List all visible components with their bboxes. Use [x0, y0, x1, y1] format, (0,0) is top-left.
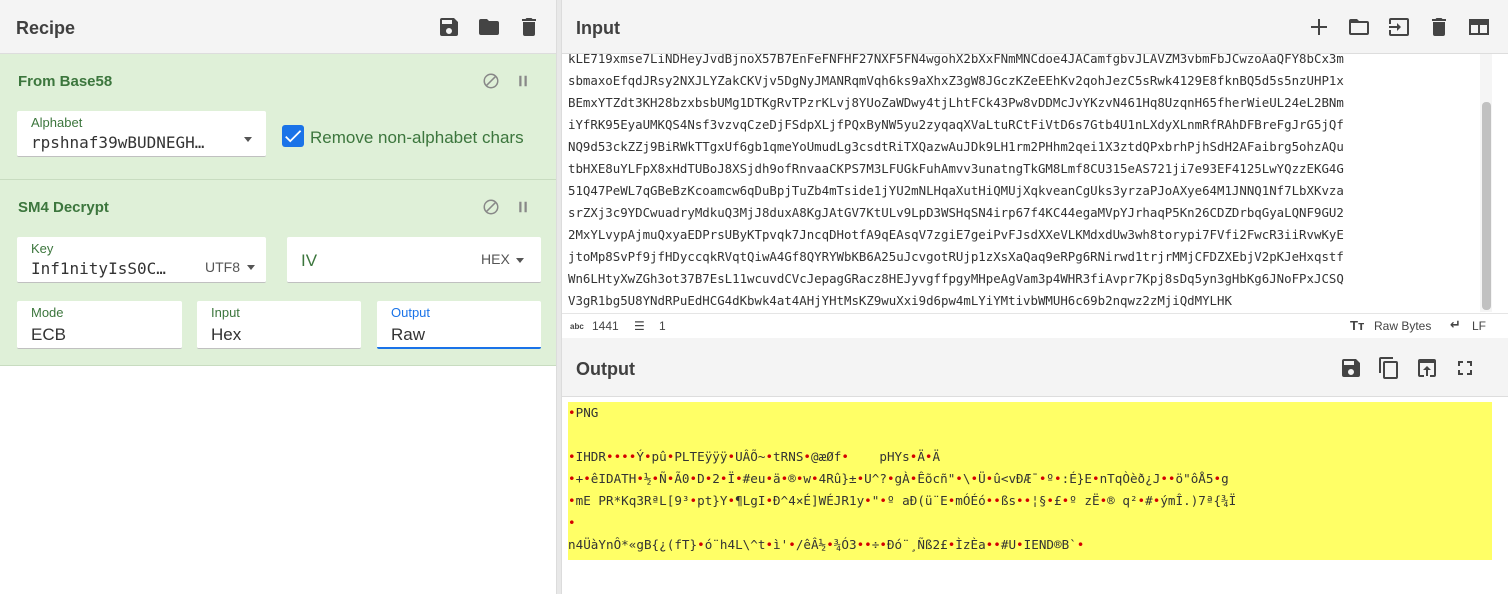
- mode-label: Mode: [31, 305, 64, 320]
- operation-sm4-decrypt[interactable]: SM4 Decrypt Key Inf1nityIsS0C… UTF8 IV H…: [0, 180, 556, 366]
- output-format-select[interactable]: Output Raw: [377, 301, 541, 349]
- input-format-select[interactable]: Input Hex: [197, 301, 361, 349]
- char-count: 1441: [592, 319, 619, 333]
- chevron-down-icon: [516, 258, 524, 263]
- clear-recipe-button[interactable]: [516, 14, 542, 40]
- input-line: tbHXE8uYLFpX8xHdTUBoJ8XSjdh9ofRnvaaCKPS7…: [568, 161, 1344, 176]
- chevron-down-icon: [244, 137, 252, 142]
- maximize-output-button[interactable]: [1452, 355, 1478, 381]
- input-line: 2MxYLvypAjmuQxyaEDPrsUByKTpvqk7JncqDHotf…: [568, 227, 1344, 242]
- output-line: •mE PR*Kq3RªL[9³•pt}Y•¶LgI•Ð^4×É]WÉJR1y•…: [568, 493, 1237, 508]
- disable-icon[interactable]: [482, 198, 500, 216]
- operation-title: SM4 Decrypt: [18, 199, 109, 216]
- line-count-icon: ☰: [634, 319, 645, 333]
- input-line: 51Q47PeWL7qGBeBzKcoamcw6qDuBpjTuZb4mTsid…: [568, 183, 1344, 198]
- input-status-bar: abc 1441 ☰ 1 Tт Raw Bytes ↵ LF: [562, 313, 1508, 339]
- input-header: Input: [562, 0, 1508, 54]
- key-value: Inf1nityIsS0C…: [31, 259, 166, 278]
- recipe-header: Recipe: [0, 0, 556, 54]
- output-line: •PNG: [568, 405, 599, 420]
- input-line: Wn6LHtyXwZGh3ot37B7EsL11wcuvdCVcJepagGRa…: [568, 271, 1344, 286]
- alphabet-select[interactable]: Alphabet rpshnaf39wBUDNEGH…: [17, 111, 266, 157]
- key-label: Key: [31, 241, 54, 256]
- eol-icon: ↵: [1450, 317, 1461, 332]
- clear-input-button[interactable]: [1426, 14, 1452, 40]
- load-recipe-button[interactable]: [476, 14, 502, 40]
- input-line: V3gR1bg5U8YNdRPuEdHCG4dKbwk4at4AHjYHtMsK…: [568, 293, 1232, 308]
- save-icon: [440, 18, 458, 36]
- input-scroll-thumb[interactable]: [1482, 102, 1491, 310]
- output-header: Output: [562, 338, 1508, 397]
- iv-field[interactable]: IV HEX: [287, 237, 541, 283]
- text-encoding-button[interactable]: Raw Bytes: [1374, 319, 1431, 333]
- input-title: Input: [576, 18, 620, 38]
- input-line: sbmaxoEfqdJRsy2NXJLYZakCKVjv5DgNyJMANRqm…: [568, 73, 1344, 88]
- operation-from-base58[interactable]: From Base58 Alphabet rpshnaf39wBUDNEGH… …: [0, 54, 556, 180]
- import-icon: [1389, 18, 1409, 36]
- pause-icon[interactable]: [514, 72, 532, 90]
- open-folder-button[interactable]: [1346, 14, 1372, 40]
- mode-value: ECB: [31, 325, 66, 344]
- input-line: BEmxYTZdt3KH28bzxbsbUMg1DTKgRvTPzrKLvj8Y…: [568, 95, 1344, 110]
- recipe-title: Recipe: [16, 18, 76, 38]
- output-line: •: [568, 515, 576, 530]
- output-line: •+•êIDATH•½•Ñ•Ã0•D•2•Ï•#eu•ä•®•w•4Rû}±•U…: [568, 471, 1229, 486]
- input-text: kLE719xmse7LiNDHeyJvdBjnoX57B7EnFeFNFHF2…: [568, 54, 1473, 312]
- maximize-icon: [1458, 361, 1472, 375]
- output-format-value: Raw: [391, 325, 426, 344]
- text-encoding-icon: Tт: [1350, 318, 1365, 333]
- key-encoding-select[interactable]: UTF8: [205, 259, 240, 275]
- save-output-button[interactable]: [1338, 355, 1364, 381]
- copy-icon: [1379, 357, 1398, 379]
- input-format-value: Hex: [211, 325, 242, 344]
- operation-title: From Base58: [18, 73, 113, 90]
- folder-icon: [479, 19, 499, 35]
- eol-button[interactable]: LF: [1472, 319, 1486, 333]
- io-pane: Input kLE719xmse7LiNDHeyJvdBjnoX57B7EnFe…: [562, 0, 1508, 594]
- save-icon: [1342, 359, 1360, 377]
- reset-layout-button[interactable]: [1466, 14, 1492, 40]
- alphabet-value: rpshnaf39wBUDNEGH…: [31, 133, 205, 152]
- output-line: •IHDR••••Ý•pû•PLTEÿÿÿ•UÂÕ~•tRNS•@æØf• pH…: [568, 449, 941, 464]
- key-field[interactable]: Key Inf1nityIsS0C… UTF8: [17, 237, 266, 283]
- plus-icon: [1311, 19, 1327, 35]
- input-scrollbar[interactable]: [1480, 54, 1492, 312]
- disable-icon[interactable]: [482, 72, 500, 90]
- layout-icon: [1469, 19, 1489, 35]
- output-format-label: Output: [391, 305, 431, 320]
- alphabet-label: Alphabet: [31, 115, 83, 130]
- line-count: 1: [659, 319, 666, 333]
- iv-placeholder: IV: [301, 251, 318, 270]
- open-file-button[interactable]: [1386, 14, 1412, 40]
- input-format-label: Input: [211, 305, 240, 320]
- input-line: kLE719xmse7LiNDHeyJvdBjnoX57B7EnFeFNFHF2…: [568, 54, 1344, 66]
- save-recipe-button[interactable]: [436, 14, 462, 40]
- input-textarea[interactable]: kLE719xmse7LiNDHeyJvdBjnoX57B7EnFeFNFHF2…: [562, 54, 1508, 314]
- trash-icon: [522, 18, 536, 36]
- pause-icon[interactable]: [514, 198, 532, 216]
- recipe-pane: Recipe From Base58 Alphabet rpshnaf39wBU…: [0, 0, 556, 594]
- chevron-down-icon: [247, 265, 255, 270]
- add-input-tab-button[interactable]: [1306, 14, 1332, 40]
- output-text: •PNG •IHDR••••Ý•pû•PLTEÿÿÿ•UÂÕ~•tRNS•@æØf…: [568, 402, 1492, 560]
- remove-non-alphabet-checkbox[interactable]: [282, 125, 304, 147]
- input-line: srZXj3c9YDCwuadryMdkuQ3MjJ8duxA8KgJAtGV7…: [568, 205, 1344, 220]
- remove-non-alphabet-label[interactable]: Remove non-alphabet chars: [310, 128, 524, 148]
- iv-encoding-select[interactable]: HEX: [481, 251, 510, 267]
- mode-select[interactable]: Mode ECB: [17, 301, 182, 349]
- replace-input-icon: [1418, 359, 1436, 377]
- replace-input-button[interactable]: [1414, 355, 1440, 381]
- folder-icon: [1349, 19, 1369, 35]
- trash-icon: [1432, 18, 1446, 36]
- input-line: jtoMp8SvPf9jfHDyccqkRVqtQiwA4Gf8QYRYWbKB…: [568, 249, 1344, 264]
- output-area[interactable]: •PNG •IHDR••••Ý•pû•PLTEÿÿÿ•UÂÕ~•tRNS•@æØf…: [562, 396, 1508, 594]
- output-line: n4ÜàYnÔ*«gB{¿(fT}•ó¨h4L\^t•ì'•/êÂ½•¾Ó3••…: [568, 537, 1085, 552]
- copy-output-button[interactable]: [1376, 355, 1402, 381]
- input-line: NQ9d53ckZZj9BiRWkTTgxUf6gb1qmeYoUmudLg3c…: [568, 139, 1344, 154]
- char-count-icon: abc: [570, 322, 584, 331]
- output-title: Output: [576, 359, 635, 379]
- input-line: iYfRK95EyaUMKQS4Nsf3vzvqCzeDjFSdpXLjfPQx…: [568, 117, 1344, 132]
- check-icon: [285, 130, 302, 143]
